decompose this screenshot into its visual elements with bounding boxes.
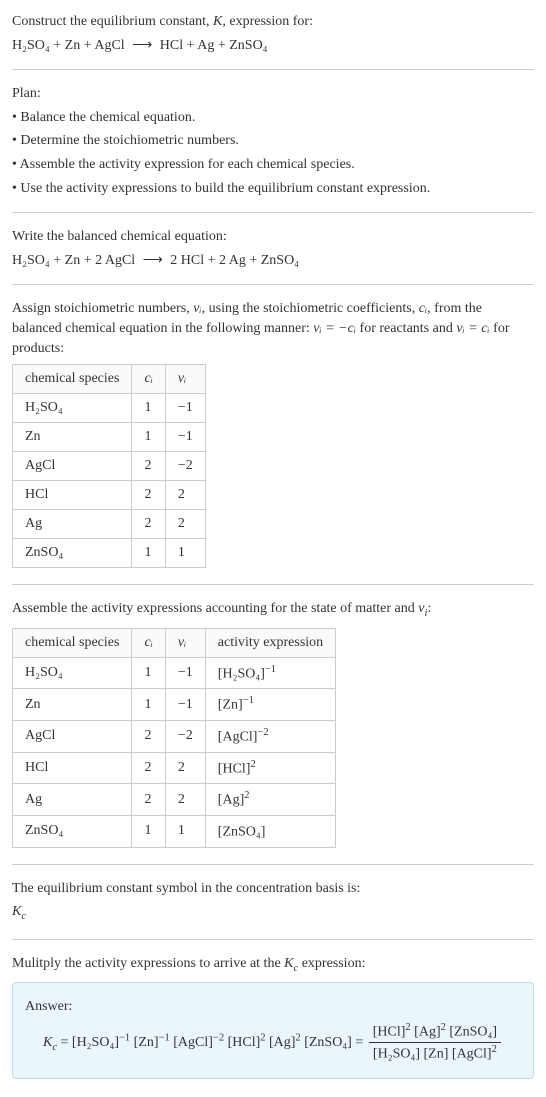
arrow-icon: ⟶ — [128, 38, 156, 53]
table-row: H₂SO₄1−1[H₂SO₄]−1 — [13, 657, 336, 689]
flat-term: [ZnSO₄] — [304, 1035, 352, 1050]
col-ci: cᵢ — [132, 365, 165, 394]
flat-term: [AgCl]−2 — [173, 1035, 224, 1050]
symbol-section: The equilibrium constant symbol in the c… — [12, 864, 534, 939]
flat-term: [Ag]2 — [269, 1035, 301, 1050]
table-row: Ag22[Ag]2 — [13, 784, 336, 816]
intro-section: Construct the equilibrium constant, K, e… — [12, 12, 534, 69]
balanced-right: 2 HCl + 2 Ag + ZnSO₄ — [170, 253, 299, 268]
plan-section: Plan: • Balance the chemical equation. •… — [12, 69, 534, 212]
col-vi: νᵢ — [165, 365, 205, 394]
intro-eq-right: HCl + Ag + ZnSO₄ — [160, 38, 268, 53]
intro-eq-left: H₂SO₄ + Zn + AgCl — [12, 38, 125, 53]
symbol-kc: Kc — [12, 902, 534, 924]
fraction: [HCl]2 [Ag]2 [ZnSO₄] [H₂SO₄] [Zn] [AgCl]… — [369, 1021, 501, 1065]
plan-item-2: • Assemble the activity expression for e… — [12, 155, 534, 175]
table-row: Zn1−1 — [13, 423, 206, 452]
fraction-numerator: [HCl]2 [Ag]2 [ZnSO₄] — [369, 1021, 501, 1043]
page-content: Construct the equilibrium constant, K, e… — [0, 0, 546, 1097]
col-species: chemical species — [13, 365, 132, 394]
table-header-row: chemical species cᵢ νᵢ — [13, 365, 206, 394]
table-row: ZnSO₄11[ZnSO₄] — [13, 815, 336, 847]
plan-heading: Plan: — [12, 84, 534, 104]
table-header-row: chemical species cᵢ νᵢ activity expressi… — [13, 628, 336, 657]
multiply-heading: Mulitply the activity expressions to arr… — [12, 954, 534, 976]
stoich-table: chemical species cᵢ νᵢ H₂SO₄1−1 Zn1−1 Ag… — [12, 364, 206, 568]
activity-table: chemical species cᵢ νᵢ activity expressi… — [12, 628, 336, 848]
balanced-left: H₂SO₄ + Zn + 2 AgCl — [12, 253, 135, 268]
intro-equation: H₂SO₄ + Zn + AgCl ⟶ HCl + Ag + ZnSO₄ — [12, 36, 534, 56]
table-row: AgCl2−2[AgCl]−2 — [13, 720, 336, 752]
plan-item-1: • Determine the stoichiometric numbers. — [12, 131, 534, 151]
table-row: AgCl2−2 — [13, 452, 206, 481]
table-row: Zn1−1[Zn]−1 — [13, 689, 336, 721]
balanced-equation: H₂SO₄ + Zn + 2 AgCl ⟶ 2 HCl + 2 Ag + ZnS… — [12, 251, 534, 271]
stoich-section: Assign stoichiometric numbers, νᵢ, using… — [12, 284, 534, 584]
plan-item-0: • Balance the chemical equation. — [12, 108, 534, 128]
flat-term: [H₂SO₄]−1 — [72, 1035, 130, 1050]
flat-term: [Zn]−1 — [134, 1035, 170, 1050]
col-activity: activity expression — [205, 628, 335, 657]
answer-label: Answer: — [25, 997, 521, 1017]
stoich-heading: Assign stoichiometric numbers, νᵢ, using… — [12, 299, 534, 358]
plan-item-3: • Use the activity expressions to build … — [12, 179, 534, 199]
fraction-denominator: [H₂SO₄] [Zn] [AgCl]2 — [369, 1043, 501, 1064]
table-row: Ag22 — [13, 510, 206, 539]
table-row: ZnSO₄11 — [13, 539, 206, 568]
table-row: HCl22[HCl]2 — [13, 752, 336, 784]
col-ci: cᵢ — [132, 628, 165, 657]
multiply-section: Mulitply the activity expressions to arr… — [12, 939, 534, 1090]
table-row: HCl22 — [13, 481, 206, 510]
activity-heading: Assemble the activity expressions accoun… — [12, 599, 534, 621]
intro-line1: Construct the equilibrium constant, K, e… — [12, 12, 534, 32]
col-vi: νᵢ — [165, 628, 205, 657]
balanced-heading: Write the balanced chemical equation: — [12, 227, 534, 247]
table-row: H₂SO₄1−1 — [13, 394, 206, 423]
arrow-icon: ⟶ — [139, 253, 167, 268]
answer-equation: Kc = [H₂SO₄]−1 [Zn]−1 [AgCl]−2 [HCl]2 [A… — [25, 1021, 521, 1065]
balanced-section: Write the balanced chemical equation: H₂… — [12, 212, 534, 284]
col-species: chemical species — [13, 628, 132, 657]
answer-box: Answer: Kc = [H₂SO₄]−1 [Zn]−1 [AgCl]−2 [… — [12, 982, 534, 1079]
activity-section: Assemble the activity expressions accoun… — [12, 584, 534, 863]
symbol-line1: The equilibrium constant symbol in the c… — [12, 879, 534, 899]
flat-term: [HCl]2 — [228, 1035, 266, 1050]
